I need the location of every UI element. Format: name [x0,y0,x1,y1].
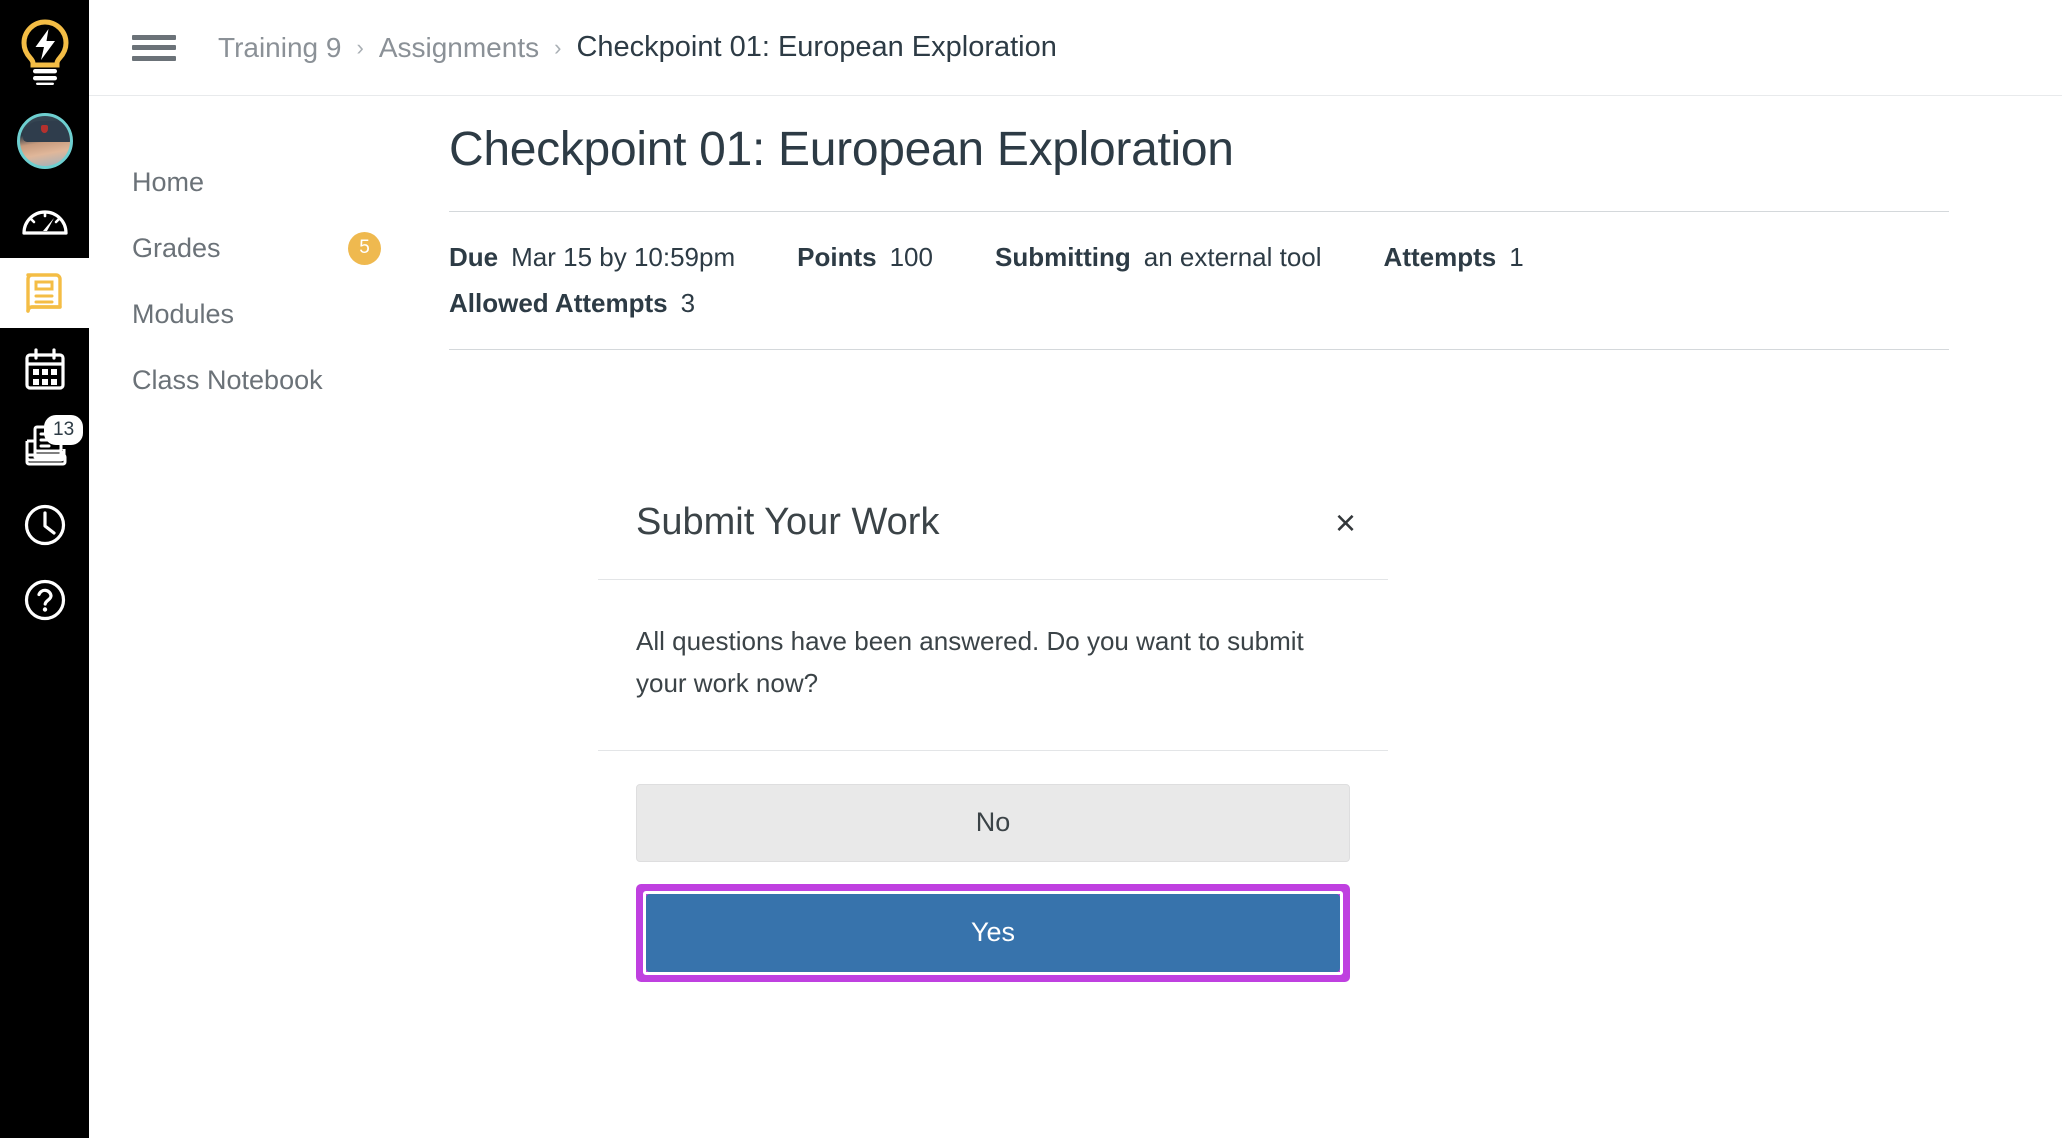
breadcrumb-separator-icon-2: › [554,34,562,60]
submitting-label: Submitting [994,241,1131,272]
canvas-app-window: 13 Training 9 › Assignments › Checkpoint… [0,0,2062,1138]
global-nav-item-dashboard[interactable] [0,182,89,258]
attempts-label: Attempts [1383,241,1497,272]
dialog-body: All questions have been answered. Do you… [598,580,1388,752]
breadcrumb: Training 9 › Assignments › Checkpoint 01… [218,31,1057,64]
dashboard-gauge-icon [21,204,69,236]
page-title: Checkpoint 01: European Exploration [449,123,1234,176]
menu-toggle-icon[interactable] [132,32,176,64]
global-nav-item-account[interactable] [0,100,89,182]
course-nav-label-class-notebook: Class Notebook [132,364,323,395]
due-value: Mar 15 by 10:59pm [511,241,736,272]
global-nav-item-help[interactable] [0,564,89,636]
due-label: Due [449,241,499,272]
breadcrumb-item-assignments[interactable]: Assignments [379,32,539,64]
breadcrumb-separator-icon: › [356,34,364,60]
global-nav-item-history[interactable] [0,486,89,564]
breadcrumb-item-course[interactable]: Training 9 [218,32,341,64]
clock-icon [23,503,67,547]
dialog-title: Submit Your Work [636,501,940,543]
yes-button-highlight: Yes [636,884,1350,983]
course-nav-item-grades[interactable]: Grades 5 [132,215,429,281]
global-nav-item-courses[interactable] [0,258,89,328]
course-nav-item-home[interactable]: Home [132,149,429,215]
dialog-message: All questions have been answered. Do you… [636,626,1304,699]
submit-work-dialog: Submit Your Work × All questions have be… [598,479,1388,983]
hamburger-bar-2 [132,45,176,50]
assignment-detail-block: Due Mar 15 by 10:59pm Points 100 Submitt… [449,210,1949,351]
allowed-attempts-label: Allowed Attempts [449,287,668,318]
global-nav-item-logo[interactable] [0,0,89,100]
course-navigation: Home Grades 5 Modules Class Notebook [89,96,429,1138]
dialog-header: Submit Your Work × [598,479,1388,580]
attempts-value: 1 [1509,241,1524,272]
course-nav-item-modules[interactable]: Modules [132,281,429,347]
global-nav-item-inbox[interactable]: 13 [0,406,89,486]
yes-button-focus-ring: Yes [643,891,1343,976]
hamburger-bar-1 [132,34,176,40]
breadcrumb-bar: Training 9 › Assignments › Checkpoint 01… [89,0,2062,96]
yes-button[interactable]: Yes [646,894,1340,973]
assignment-detail-row-1: Due Mar 15 by 10:59pm Points 100 Submitt… [449,237,1949,277]
points-value: 100 [889,241,933,272]
course-nav-item-class-notebook[interactable]: Class Notebook [132,347,429,413]
hamburger-bar-3 [132,55,176,61]
avatar-icon [16,113,73,169]
global-navigation-sidebar: 13 [0,0,89,1138]
close-icon[interactable]: × [1325,501,1366,545]
no-button[interactable]: No [636,784,1350,863]
calendar-icon [23,347,67,393]
inbox-unread-badge: 13 [44,415,84,445]
question-circle-icon [23,578,67,622]
course-nav-label-grades: Grades [132,232,221,263]
book-icon [23,270,67,316]
points-label: Points [797,241,877,272]
global-nav-item-calendar[interactable] [0,328,89,406]
lightbulb-icon [17,19,73,85]
breadcrumb-item-current: Checkpoint 01: European Exploration [576,31,1057,63]
assignment-detail-row-2: Allowed Attempts 3 [449,283,1949,323]
dialog-actions: No Yes [598,751,1388,983]
grades-count-badge: 5 [348,231,381,265]
allowed-attempts-value: 3 [680,287,696,318]
course-nav-label-home: Home [132,166,205,197]
submitting-value: an external tool [1143,241,1322,272]
course-nav-label-modules: Modules [132,298,235,329]
main-content-area: Training 9 › Assignments › Checkpoint 01… [89,0,2062,1138]
